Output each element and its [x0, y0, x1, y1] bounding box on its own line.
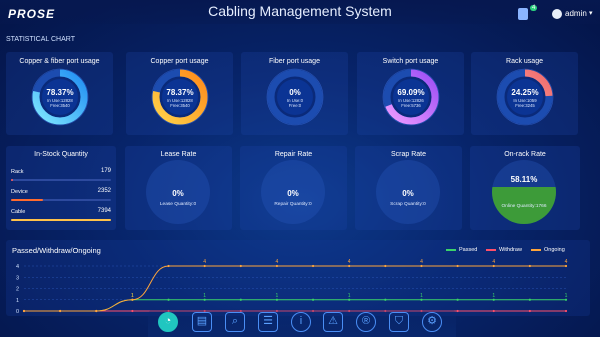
rate-quantity: Scrap Quantity:0	[390, 202, 426, 207]
gauge-inner	[162, 79, 198, 115]
legend-marker	[531, 248, 541, 251]
gauge-free: Free:3245	[515, 103, 535, 108]
gauge-percent: 78.37%	[46, 88, 74, 97]
rate-percent: 0%	[172, 189, 184, 198]
lease-rate-card: Lease Rate 0% Lease Quantity:0	[125, 146, 232, 230]
legend-passed[interactable]: Passed	[446, 247, 477, 253]
warning-icon[interactable]: ⚠	[323, 312, 343, 332]
gauge-svg	[151, 68, 209, 126]
rate-quantity: Repair Quantity:0	[274, 202, 312, 207]
legend-withdraw[interactable]: Withdraw	[486, 247, 522, 253]
security-icon[interactable]: ⛉	[389, 312, 409, 332]
rate-title: On-rack Rate	[504, 151, 546, 158]
scrap-rate-card: Scrap Rate 0% Scrap Quantity:0	[355, 146, 462, 230]
stock-value: 2352	[97, 188, 111, 194]
stock-bar	[11, 219, 111, 221]
gauge-percent: 69.09%	[397, 88, 425, 97]
rate-percent: 0%	[287, 189, 299, 198]
on-rack-rate-card: On-rack Rate 58.11% Online Quantity:1766	[470, 146, 580, 230]
chevron-down-icon[interactable]: ▾	[589, 9, 593, 17]
gauge-ring: 78.37% In Use:12828 Free:3540	[31, 68, 89, 126]
search-icon[interactable]: ⌕	[225, 312, 245, 332]
rate-circle: 0% Lease Quantity:0	[146, 160, 210, 224]
gauge-free: Free:3540	[170, 103, 190, 108]
settings-icon[interactable]: ⚙	[422, 312, 442, 332]
gauge-percent: 78.37%	[166, 88, 194, 97]
gauge-svg	[266, 68, 324, 126]
gauge-percent: 24.25%	[511, 88, 539, 97]
gauge-svg	[382, 68, 440, 126]
gauge-inner	[42, 79, 78, 115]
legend-label: Withdraw	[499, 247, 522, 253]
gauge-card: Copper & fiber port usage 78.37% In Use:12…	[6, 52, 113, 135]
rate-title: Lease Rate	[160, 151, 197, 158]
gauge-title: Rack usage	[506, 58, 543, 65]
in-stock-title: In-Stock Quantity	[34, 151, 88, 158]
stock-bar-fill	[11, 219, 111, 221]
stock-bar	[11, 179, 111, 181]
legend-label: Passed	[459, 247, 478, 253]
gauge-free: Free:5736	[401, 103, 421, 108]
stock-label: Device	[11, 189, 28, 195]
gauge-inner	[277, 79, 313, 115]
gauge-title: Switch port usage	[382, 58, 439, 65]
stock-value: 7394	[97, 208, 111, 214]
rate-title: Scrap Rate	[390, 151, 427, 158]
gauge-ring: 0% In Use:0 Free:0	[266, 68, 324, 126]
folder-icon[interactable]: ▤	[192, 312, 212, 332]
app-title: Cabling Management System	[208, 3, 392, 19]
stock-value: 179	[100, 168, 111, 174]
legend-label: Ongoing	[544, 247, 565, 253]
gauge-inner	[393, 79, 429, 115]
gauge-svg	[496, 68, 554, 126]
gauge-percent: 0%	[289, 88, 301, 97]
rate-circle: 58.11% Online Quantity:1766	[492, 160, 556, 224]
rate-quantity: Lease Quantity:0	[159, 202, 197, 207]
stock-label: Cable	[11, 209, 26, 215]
rate-percent: 0%	[402, 189, 414, 198]
clipboard-icon[interactable]	[518, 8, 528, 20]
gauge-title: Copper & fiber port usage	[19, 58, 100, 65]
avatar[interactable]	[552, 9, 562, 19]
gauge-free: Free:3540	[50, 103, 70, 108]
rate-circle: 0% Repair Quantity:0	[261, 160, 325, 224]
gauge-free: Free:0	[288, 103, 302, 108]
rate-title: Repair Rate	[274, 151, 313, 158]
gauge-title: Copper port usage	[150, 58, 209, 65]
chart-title: Passed/Withdraw/Ongoing	[12, 246, 101, 255]
user-name[interactable]: admin	[565, 9, 587, 18]
rate-percent: 58.11%	[510, 175, 538, 184]
list-icon[interactable]: ☰	[258, 312, 278, 332]
legend-ongoing[interactable]: Ongoing	[531, 247, 565, 253]
info-icon[interactable]: i	[291, 312, 311, 332]
stock-label: Rack	[11, 169, 24, 175]
stock-bar	[11, 199, 111, 201]
gauge-svg	[31, 68, 89, 126]
section-title: STATISTICAL CHART	[6, 36, 75, 43]
legend-marker	[486, 248, 496, 251]
gauge-card: Switch port usage 69.09% In Use:12826 Free:…	[357, 52, 464, 135]
rate-circle: 0% Scrap Quantity:0	[376, 160, 440, 224]
repair-rate-card: Repair Rate 0% Repair Quantity:0	[240, 146, 347, 230]
legend-marker	[446, 248, 456, 251]
gauge-card: Fiber port usage 0% In Use:0 Free:0	[241, 52, 348, 135]
stock-bar-fill	[11, 199, 43, 201]
gauge-card: Rack usage 24.25% In Use:1059 Free:3245	[471, 52, 578, 135]
in-stock-card: In-Stock Quantity Rack 179 Device 2352 C…	[6, 146, 116, 230]
gauge-card: Copper port usage 78.37% In Use:12828 Free:…	[126, 52, 233, 135]
dashboard-icon[interactable]: ◔	[158, 312, 178, 332]
rate-quantity: Online Quantity:1766	[501, 204, 547, 209]
registered-icon[interactable]: ®	[356, 312, 376, 332]
gauge-title: Fiber port usage	[269, 58, 320, 65]
gauge-inner	[507, 79, 543, 115]
gauge-ring: 24.25% In Use:1059 Free:3245	[496, 68, 554, 126]
stock-bar-fill	[11, 179, 13, 181]
gauge-ring: 78.37% In Use:12828 Free:3540	[151, 68, 209, 126]
gauge-ring: 69.09% In Use:12826 Free:5736	[382, 68, 440, 126]
